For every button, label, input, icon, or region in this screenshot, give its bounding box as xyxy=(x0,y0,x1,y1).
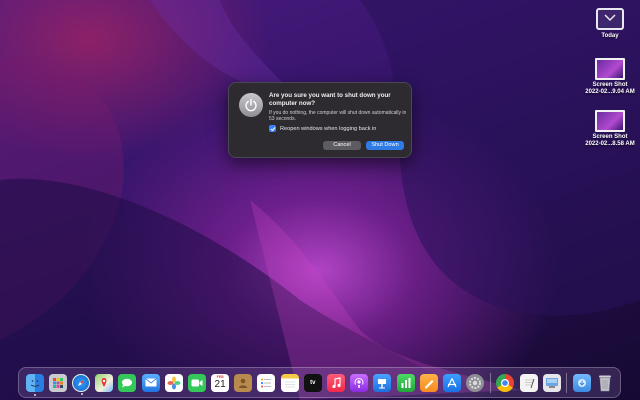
podcasts-icon[interactable] xyxy=(350,373,369,392)
tv-label: tv xyxy=(310,379,316,386)
music-icon[interactable] xyxy=(327,373,346,392)
checkbox-label: Reopen windows when logging back in xyxy=(280,125,377,132)
messages-icon[interactable] xyxy=(118,373,137,392)
maps-icon[interactable] xyxy=(95,373,114,392)
power-icon xyxy=(239,93,263,117)
preview-icon[interactable] xyxy=(542,373,561,392)
desktop-item-label-line1: Screen Shot xyxy=(592,134,628,140)
dock: FEB 21 tv xyxy=(18,367,621,398)
numbers-icon[interactable] xyxy=(396,373,415,392)
shutdown-dialog: Are you sure you want to shut down your … xyxy=(228,82,412,158)
calendar-day: 21 xyxy=(214,378,226,390)
safari-icon[interactable] xyxy=(71,373,90,395)
mail-icon[interactable] xyxy=(141,373,160,392)
desktop-item-screenshot-1[interactable]: Screen Shot 2022-02...9.04 AM xyxy=(580,58,640,96)
notes-icon[interactable] xyxy=(280,373,299,392)
contacts-icon[interactable] xyxy=(234,373,253,392)
desktop-item-label: Today xyxy=(601,33,619,39)
dialog-title: Are you sure you want to shut down your … xyxy=(269,92,391,107)
dock-separator xyxy=(566,372,568,393)
pages-icon[interactable] xyxy=(419,373,438,392)
facetime-icon[interactable] xyxy=(187,373,206,392)
screenshot-thumbnail xyxy=(595,110,625,132)
shut-down-button[interactable]: Shut Down xyxy=(366,141,404,150)
checkmark-icon xyxy=(269,125,276,132)
reminders-icon[interactable] xyxy=(257,373,276,392)
desktop-item-label-line2: 2022-02...8.58 AM xyxy=(585,141,635,147)
folder-icon xyxy=(596,8,624,30)
dialog-message: If you do nothing, the computer will shu… xyxy=(269,110,407,122)
desktop-wallpaper xyxy=(0,0,640,400)
photos-icon[interactable] xyxy=(164,373,183,392)
desktop-item-today[interactable]: Today xyxy=(580,8,640,40)
desktop-item-screenshot-2[interactable]: Screen Shot 2022-02...8.58 AM xyxy=(580,110,640,148)
dock-separator xyxy=(489,372,491,393)
cancel-button[interactable]: Cancel xyxy=(323,141,361,150)
reopen-windows-checkbox[interactable]: Reopen windows when logging back in xyxy=(269,125,376,132)
chrome-icon[interactable] xyxy=(496,373,515,392)
screenshot-thumbnail xyxy=(595,58,625,80)
trash-icon[interactable] xyxy=(596,374,614,392)
desktop-item-label-line1: Screen Shot xyxy=(592,82,628,88)
tv-icon[interactable]: tv xyxy=(303,373,322,392)
system-preferences-icon[interactable] xyxy=(466,373,485,392)
textedit-icon[interactable] xyxy=(519,373,538,392)
calendar-icon[interactable]: FEB 21 xyxy=(211,373,230,392)
app-store-icon[interactable] xyxy=(442,373,461,392)
finder-icon[interactable] xyxy=(25,373,44,396)
launchpad-icon[interactable] xyxy=(48,373,67,392)
downloads-folder-icon[interactable] xyxy=(572,373,591,392)
keynote-icon[interactable] xyxy=(373,373,392,392)
desktop-item-label-line2: 2022-02...9.04 AM xyxy=(585,89,635,95)
